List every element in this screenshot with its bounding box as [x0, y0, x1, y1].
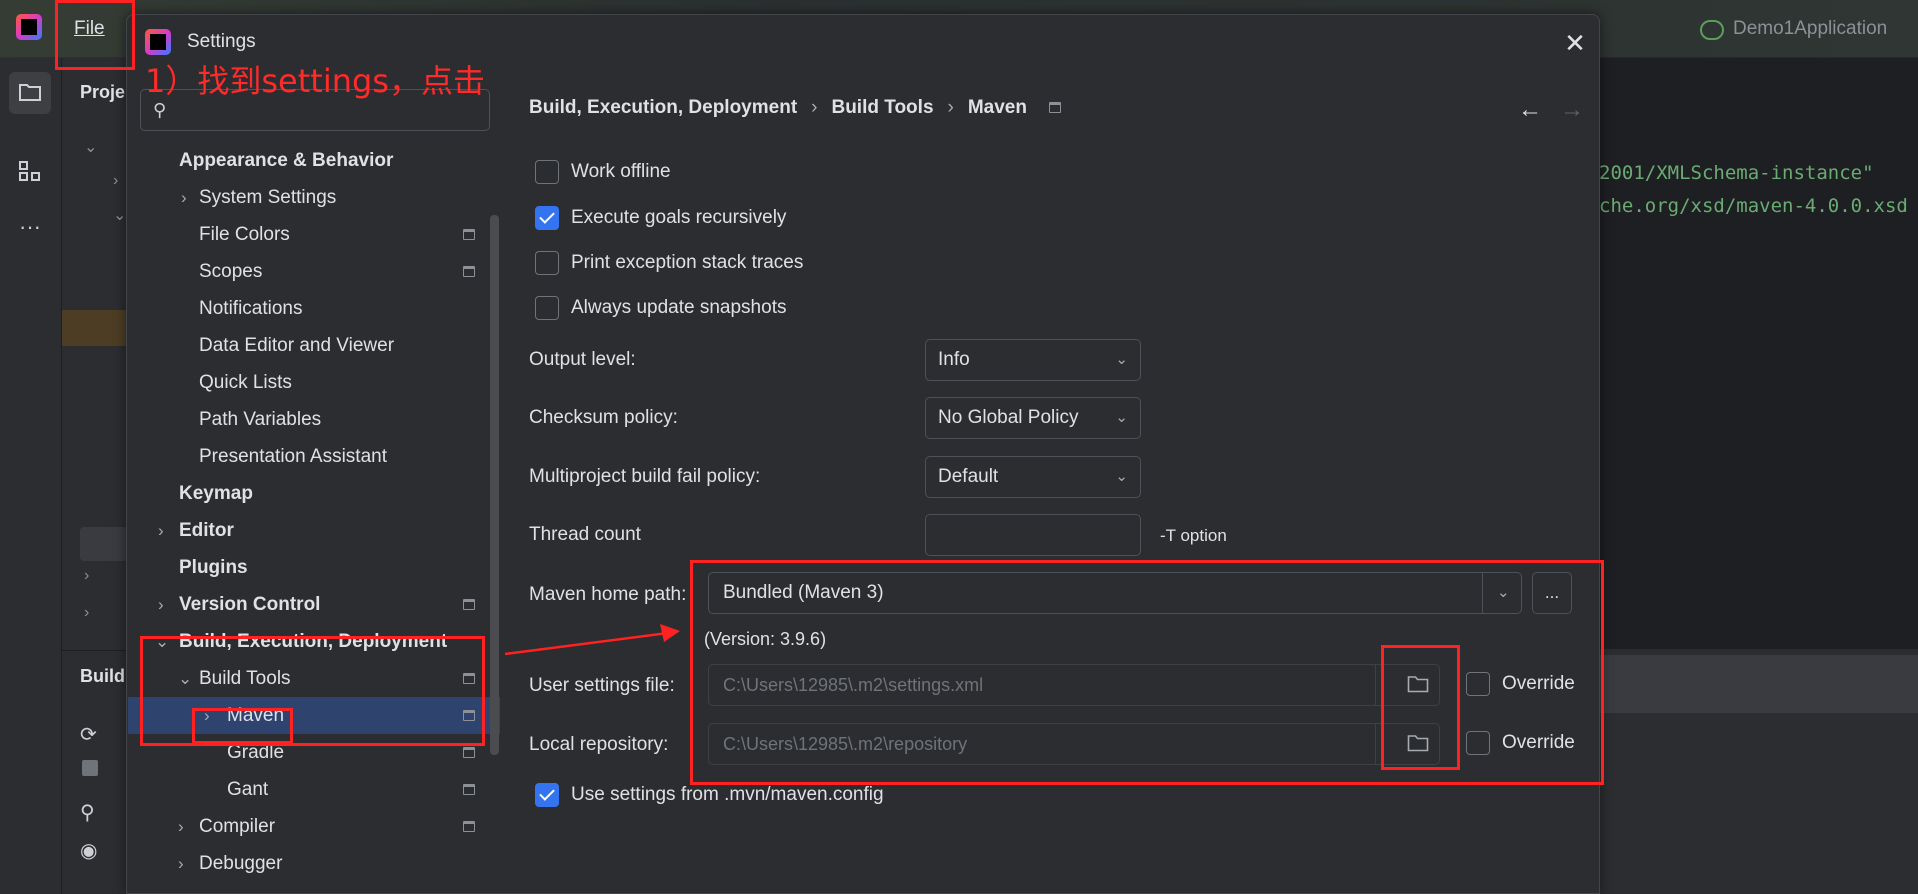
panel-divider [62, 650, 126, 651]
project-tool-button[interactable] [9, 72, 51, 114]
chevron-right-icon[interactable]: › [181, 179, 187, 216]
tree-item-path-variables[interactable]: Path Variables [128, 401, 500, 438]
tree-item-notifications[interactable]: Notifications [128, 290, 500, 327]
breadcrumb-item[interactable]: Build, Execution, Deployment [529, 97, 797, 118]
tree-item-compiler[interactable]: › Compiler [128, 808, 500, 845]
chevron-right-icon[interactable]: › [158, 512, 164, 549]
pin-icon[interactable]: ⚲ [80, 800, 102, 824]
thread-count-input[interactable] [925, 514, 1141, 556]
checkbox[interactable] [535, 296, 559, 320]
eye-icon[interactable]: ◉ [80, 838, 102, 862]
annotation-box-folder-buttons [1381, 645, 1460, 770]
thread-count-hint: -T option [1160, 526, 1227, 545]
intellij-logo-icon[interactable] [16, 14, 42, 40]
chevron-right-icon[interactable]: › [158, 586, 164, 623]
tree-item-gant[interactable]: Gant [128, 771, 500, 808]
project-level-icon [463, 821, 475, 832]
chevron-right-icon: › [811, 97, 818, 118]
annotation-box-file-menu [55, 0, 135, 70]
intellij-logo-icon [145, 29, 171, 55]
checkbox-checked[interactable] [535, 206, 559, 230]
maven-home-label: Maven home path: [529, 584, 687, 605]
project-level-icon [463, 229, 475, 240]
breadcrumb-item: Maven [967, 97, 1027, 118]
structure-tool-button[interactable] [9, 150, 51, 192]
tree-item-quick-lists[interactable]: Quick Lists [128, 364, 500, 401]
chevron-right-icon[interactable]: › [84, 604, 89, 622]
tree-item-plugins[interactable]: Plugins [128, 549, 500, 586]
project-level-icon [463, 747, 475, 758]
fail-policy-select[interactable]: Default ⌄ [925, 456, 1141, 498]
checksum-policy-label: Checksum policy: [529, 407, 678, 428]
chevron-down-icon[interactable]: ⌄ [113, 205, 126, 225]
checksum-policy-select[interactable]: No Global Policy ⌄ [925, 397, 1141, 439]
fail-policy-label: Multiproject build fail policy: [529, 466, 761, 487]
local-repository-label: Local repository: [529, 734, 669, 755]
project-row-highlight[interactable] [62, 310, 126, 346]
annotation-arrow-icon [504, 624, 680, 656]
tree-scrollbar[interactable] [490, 215, 499, 755]
project-level-icon [463, 599, 475, 610]
tree-item-appearance[interactable]: Appearance & Behavior [128, 142, 500, 179]
chevron-right-icon[interactable]: › [113, 172, 118, 190]
forward-arrow-icon[interactable]: → [1560, 96, 1584, 124]
code-line: che.org/xsd/maven-4.0.0.xsd [1599, 195, 1908, 217]
breadcrumb: Build, Execution, Deployment › Build Tools… [529, 97, 1061, 119]
project-panel-title: Proje [80, 82, 126, 102]
tree-item-editor[interactable]: › Editor [128, 512, 500, 549]
project-level-icon [463, 266, 475, 277]
checkbox-checked[interactable] [535, 783, 559, 807]
checkbox[interactable] [535, 160, 559, 184]
annotation-box-maven-settings [690, 560, 1604, 785]
annotation-box-maven [192, 708, 293, 744]
structure-icon [19, 161, 40, 181]
refresh-icon[interactable]: ⟳ [80, 722, 102, 746]
close-button[interactable]: ✕ [1560, 28, 1590, 58]
chevron-right-icon[interactable]: › [178, 845, 184, 882]
search-icon: ⚲ [153, 100, 167, 120]
tree-item-version-control[interactable]: › Version Control [128, 586, 500, 623]
tree-item-file-colors[interactable]: File Colors [128, 216, 500, 253]
chevron-down-icon: ⌄ [1115, 409, 1128, 426]
run-config-selector[interactable]: Demo1Application [1733, 18, 1887, 40]
tree-item-system-settings[interactable]: › System Settings [128, 179, 500, 216]
tree-item-presentation-assistant[interactable]: Presentation Assistant [128, 438, 500, 475]
project-level-icon [463, 784, 475, 795]
run-config-icon [1700, 20, 1724, 40]
more-icon: ··· [19, 214, 41, 239]
code-line: 2001/XMLSchema-instance" [1599, 162, 1874, 184]
tree-item-data-editor[interactable]: Data Editor and Viewer [128, 327, 500, 364]
back-arrow-icon[interactable]: ← [1518, 96, 1542, 124]
project-row-selected[interactable] [80, 527, 130, 561]
more-tools-button[interactable]: ··· [9, 206, 51, 248]
stop-icon[interactable] [82, 760, 98, 776]
chevron-down-icon: ⌄ [1115, 468, 1128, 485]
project-level-icon [1048, 102, 1061, 114]
code-editor[interactable] [1599, 58, 1918, 648]
user-settings-label: User settings file: [529, 675, 675, 696]
tree-item-keymap[interactable]: Keymap [128, 475, 500, 512]
chevron-right-icon[interactable]: › [84, 567, 89, 585]
checkbox[interactable] [535, 251, 559, 275]
build-output-panel [1599, 648, 1918, 894]
chevron-right-icon[interactable]: › [178, 808, 184, 845]
chevron-right-icon: › [947, 97, 954, 118]
tool-window-bar: ··· [0, 58, 62, 894]
dialog-title: Settings [187, 31, 256, 52]
folder-icon [19, 84, 41, 101]
output-level-select[interactable]: Info ⌄ [925, 339, 1141, 381]
tree-item-scopes[interactable]: Scopes [128, 253, 500, 290]
breadcrumb-item[interactable]: Build Tools [831, 97, 933, 118]
output-level-label: Output level: [529, 349, 636, 370]
chevron-down-icon[interactable]: ⌄ [84, 137, 97, 157]
thread-count-label: Thread count [529, 524, 641, 545]
settings-tree: Appearance & Behavior › System Settings F… [128, 142, 500, 894]
chevron-down-icon: ⌄ [1115, 351, 1128, 368]
tree-item-debugger[interactable]: › Debugger [128, 845, 500, 882]
build-panel-title: Build [80, 666, 125, 686]
annotation-step-text: 1）找到settings，点击 [145, 62, 485, 100]
